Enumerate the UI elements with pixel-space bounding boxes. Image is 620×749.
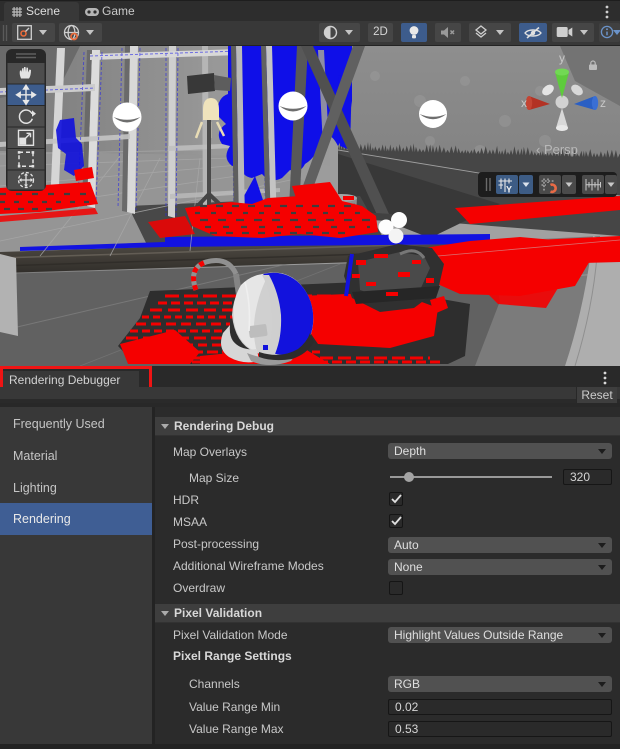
svg-text:y: y xyxy=(559,51,565,65)
svg-text:Y: Y xyxy=(506,185,512,195)
svg-text:‹ Persp: ‹ Persp xyxy=(536,142,578,157)
svg-text:z: z xyxy=(600,96,606,110)
svg-text:x: x xyxy=(521,96,527,110)
